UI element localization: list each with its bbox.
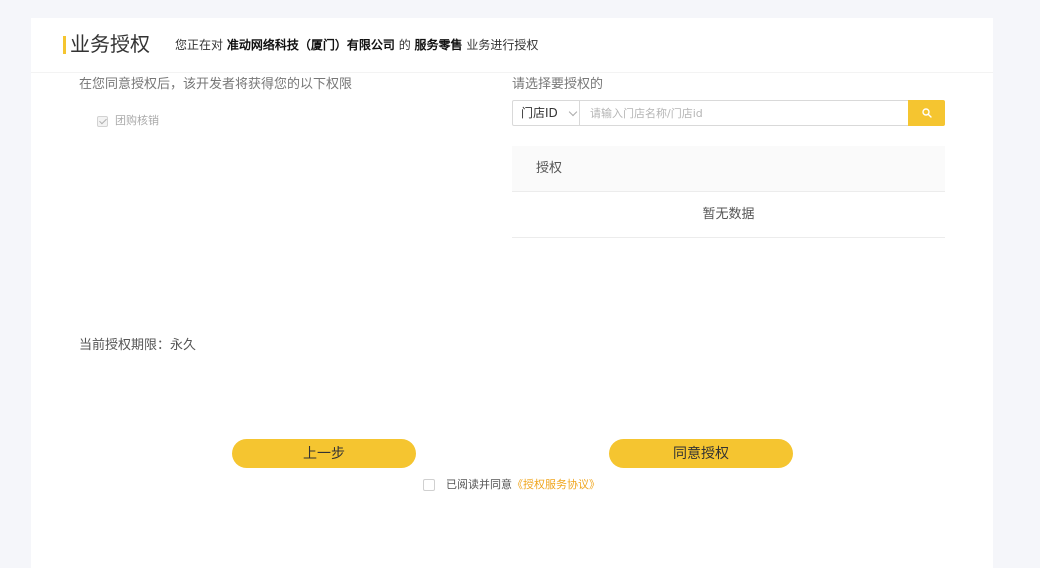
table-empty-state: 暂无数据 (512, 192, 945, 238)
auth-period: 当前授权期限：永久 (79, 338, 197, 353)
selection-heading: 请选择要授权的 (512, 77, 604, 92)
subtitle-of: 的 (398, 38, 411, 52)
chevron-down-icon (568, 107, 578, 117)
page-subtitle: 您正在对 准动网络科技（厦门）有限公司 的 服务零售 业务进行授权 (175, 36, 538, 54)
search-icon (922, 108, 932, 118)
permission-item: 团购核销 (97, 114, 159, 128)
store-search-row: 门店ID (512, 100, 945, 126)
agreement-text: 已阅读并同意 (446, 478, 512, 491)
page-title: 业务授权 (70, 32, 150, 56)
company-name: 准动网络科技（厦门）有限公司 (226, 38, 395, 52)
table-header: 授权 (512, 146, 945, 192)
subtitle-prefix: 您正在对 (175, 38, 224, 52)
service-name: 服务零售 (414, 38, 463, 52)
permission-checkbox (97, 115, 108, 127)
agreement-checkbox[interactable] (423, 479, 435, 491)
store-type-value: 门店ID (521, 106, 558, 120)
store-search-input[interactable] (579, 100, 908, 126)
store-type-select[interactable]: 门店ID (512, 100, 586, 126)
subtitle-suffix: 业务进行授权 (466, 38, 539, 52)
title-accent-bar (63, 36, 66, 54)
permissions-heading: 在您同意授权后，该开发者将获得您的以下权限 (79, 77, 353, 92)
search-button[interactable] (908, 100, 945, 126)
store-table: 授权 暂无数据 (512, 146, 945, 238)
prev-step-button[interactable]: 上一步 (232, 439, 416, 468)
auth-card: 业务授权 您正在对 准动网络科技（厦门）有限公司 的 服务零售 业务进行授权 在… (31, 18, 993, 568)
agreement-link[interactable]: 《授权服务协议》 (512, 478, 600, 492)
header: 业务授权 您正在对 准动网络科技（厦门）有限公司 的 服务零售 业务进行授权 (31, 18, 993, 73)
agree-auth-button[interactable]: 同意授权 (609, 439, 793, 468)
permission-label: 团购核销 (115, 114, 159, 127)
table-column-auth: 授权 (536, 161, 563, 176)
agreement-row: 已阅读并同意 《授权服务协议》 (423, 478, 600, 492)
